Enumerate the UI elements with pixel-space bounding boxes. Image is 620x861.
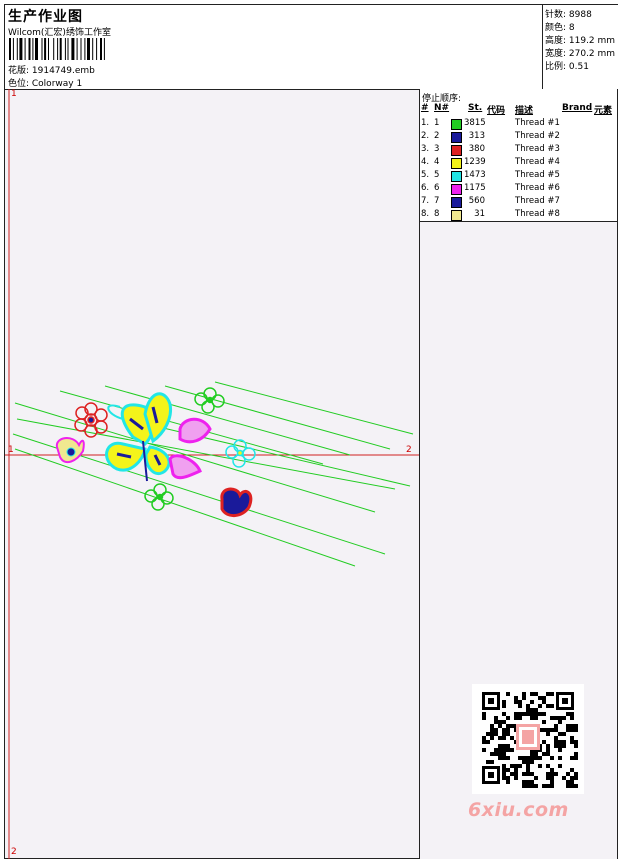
design-stats: 针数: 8988 颜色: 8 高度: 119.2 mm 宽度: 270.2 mm… [542,5,618,89]
color-swatch [451,132,462,143]
row-description: Thread #5 [515,170,560,180]
row-stitches: 3815 [464,118,486,128]
design-height: 高度: 119.2 mm [545,36,616,46]
color-swatch [451,184,462,195]
row-number: 2. [421,131,430,141]
row-needle: 6 [434,183,440,193]
col-header-brand: Brand [562,103,593,113]
side-panel-empty: 6xiu.com [420,222,617,859]
row-number: 8. [421,209,430,219]
table-row: 5. 5 1473 Thread #5 [420,170,617,183]
stitch-count: 针数: 8988 [545,10,592,20]
row-description: Thread #6 [515,183,560,193]
row-stitches: 1175 [464,183,486,193]
production-sheet: 生产作业图 Wilcom(汇宏)绣饰工作室 花版: 1914749.emb 色位… [4,4,618,859]
green-flower-top [194,387,225,414]
row-needle: 1 [434,118,440,128]
axis-marker-right: 2 [406,445,412,455]
table-row: 3. 3 380 Thread #3 [420,144,617,157]
row-description: Thread #2 [515,131,560,141]
color-swatch [451,145,462,156]
design-scale: 比例: 0.51 [545,62,589,72]
design-width: 宽度: 270.2 mm [545,49,616,59]
row-description: Thread #3 [515,144,560,154]
axis-marker-top: 1 [11,89,17,99]
embroidery-preview [5,89,419,859]
row-needle: 7 [434,196,440,206]
qr-code [472,684,584,794]
row-stitches: 313 [468,131,485,141]
row-stitches: 380 [468,144,485,154]
color-swatch [451,210,462,221]
row-needle: 5 [434,170,440,180]
studio-name: Wilcom(汇宏)绣饰工作室 [8,28,111,38]
color-swatch [451,119,462,130]
row-number: 5. [421,170,430,180]
row-stitches: 560 [468,196,485,206]
col-header-code: 代码 [487,106,506,116]
table-row: 1. 1 3815 Thread #1 [420,118,617,131]
row-number: 7. [421,196,430,206]
table-row: 7. 7 560 Thread #7 [420,196,617,209]
row-description: Thread #4 [515,157,560,167]
colorway-name: 色位: Colorway 1 [8,79,83,89]
row-needle: 8 [434,209,440,219]
row-needle: 2 [434,131,440,141]
col-header-stitches: St. [468,103,483,113]
design-canvas: 1 2 1 2 [5,89,420,859]
axis-marker-left: 1 [8,445,14,455]
row-number: 3. [421,144,430,154]
sheet-header: 生产作业图 Wilcom(汇宏)绣饰工作室 花版: 1914749.emb 色位… [5,5,618,90]
red-flower-motif [74,402,108,438]
barcode [9,38,105,60]
col-header-description: 描述 [515,106,534,116]
color-count: 颜色: 8 [545,23,575,33]
color-swatch [451,158,462,169]
row-stitches: 1473 [464,170,486,180]
row-needle: 3 [434,144,440,154]
col-header-element: 元素 [594,106,613,116]
row-stitches: 1239 [464,157,486,167]
row-needle: 4 [434,157,440,167]
row-number: 4. [421,157,430,167]
blue-heart-left [55,437,85,464]
blue-heart-right [220,487,253,517]
table-row: 2. 2 313 Thread #2 [420,131,617,144]
axis-marker-bottom: 2 [11,847,17,857]
row-description: Thread #1 [515,118,560,128]
green-flower-bottom [144,483,174,511]
row-stitches: 31 [474,209,485,219]
table-row: 6. 6 1175 Thread #6 [420,183,617,196]
table-row: 8. 8 31 Thread #8 [420,209,617,222]
watermark-text: 6xiu.com [468,799,569,821]
page-title: 生产作业图 [8,9,83,25]
stop-sequence-panel: 停止顺序: # N# St. 代码 描述 Brand 元素 1. 1 3815 Thr… [420,89,617,222]
col-header-needle: N# [434,103,450,113]
table-row: 4. 4 1239 Thread #4 [420,157,617,170]
color-swatch [451,197,462,208]
row-description: Thread #8 [515,209,560,219]
row-number: 1. [421,118,430,128]
row-number: 6. [421,183,430,193]
color-swatch [451,171,462,182]
row-description: Thread #7 [515,196,560,206]
design-file-name: 花版: 1914749.emb [8,66,95,76]
col-header-no: # [421,103,429,113]
